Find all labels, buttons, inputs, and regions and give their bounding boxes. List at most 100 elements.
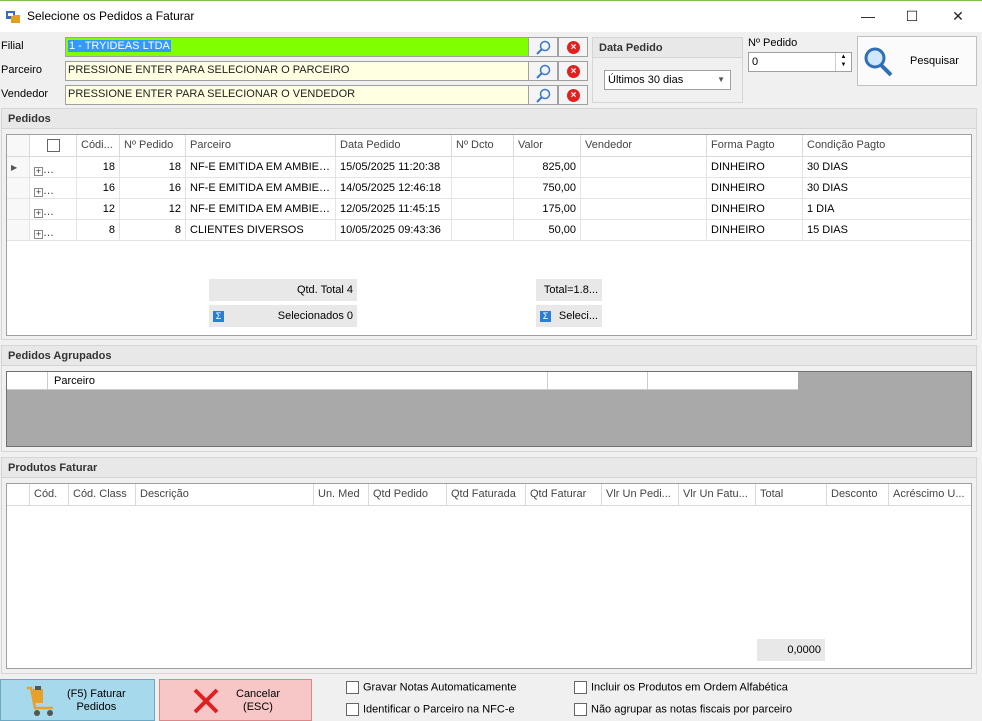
expand-icon[interactable]: + <box>34 209 43 218</box>
col-num-pedido[interactable]: Nº Pedido <box>120 135 186 156</box>
cell-condicao-pagto: 30 DIAS <box>807 161 848 173</box>
ordem-alfabetica-label: Incluir os Produtos em Ordem Alfabética <box>591 681 788 694</box>
checkbox[interactable] <box>346 703 359 716</box>
selecionados-summary: Σ Selecionados 0 <box>209 305 357 327</box>
col-desconto[interactable]: Desconto <box>827 484 889 505</box>
magnifier-icon <box>536 64 551 79</box>
cell-vendedor <box>581 178 707 198</box>
select-all-checkbox[interactable] <box>46 139 60 152</box>
vendedor-lookup-button[interactable] <box>528 85 558 105</box>
nao-agrupar-label: Não agrupar as notas fiscais por parceir… <box>591 703 793 716</box>
expand-icon[interactable]: + <box>34 188 43 197</box>
table-row[interactable]: +16 16 NF-E EMITIDA EM AMBIEN... 14/05/2025… <box>7 178 971 199</box>
checkbox[interactable] <box>346 681 359 694</box>
col-valor[interactable]: Valor <box>514 135 581 156</box>
qtd-total-label: Qtd. Total 4 <box>209 279 357 301</box>
col-un-med[interactable]: Un. Med <box>314 484 369 505</box>
row-checkbox[interactable] <box>66 224 76 237</box>
filial-clear-button[interactable]: × <box>558 37 588 57</box>
col-agrupados-2[interactable] <box>548 372 648 389</box>
faturar-button[interactable]: (F5) Faturar Pedidos <box>0 679 155 721</box>
filial-lookup-button[interactable] <box>528 37 558 57</box>
table-row[interactable]: +8 8 CLIENTES DIVERSOS 10/05/2025 09:43:36 5… <box>7 220 971 241</box>
row-checkbox[interactable] <box>66 203 76 216</box>
close-button[interactable]: ✕ <box>935 1 981 33</box>
maximize-button[interactable]: ☐ <box>889 1 935 33</box>
row-checkbox[interactable] <box>66 161 76 174</box>
row-indicator: ▶ <box>7 157 30 177</box>
cell-data-pedido: 10/05/2025 09:43:36 <box>336 220 452 240</box>
col-vlr-un-faturar[interactable]: Vlr Un Fatu... <box>679 484 756 505</box>
cancel-x-icon <box>193 688 219 714</box>
vendedor-clear-button[interactable]: × <box>558 85 588 105</box>
cell-codigo: 18 <box>77 157 120 177</box>
spin-down-icon[interactable]: ▼ <box>836 61 851 69</box>
parceiro-label: Parceiro <box>1 64 42 76</box>
data-pedido-value: Últimos 30 dias <box>608 74 684 86</box>
col-parceiro[interactable]: Parceiro <box>186 135 336 156</box>
col-qtd-faturada[interactable]: Qtd Faturada <box>447 484 526 505</box>
parceiro-field[interactable]: PRESSIONE ENTER PARA SELECIONAR O PARCEI… <box>65 61 529 81</box>
spin-up-icon[interactable]: ▲ <box>836 53 851 61</box>
expand-icon[interactable]: + <box>34 230 43 239</box>
produtos-header: Cód. Cód. Class Descrição Un. Med Qtd Pe… <box>7 484 971 506</box>
nao-agrupar-checkbox[interactable]: Não agrupar as notas fiscais por parceir… <box>574 703 792 716</box>
checkbox[interactable] <box>574 681 587 694</box>
col-vendedor[interactable]: Vendedor <box>581 135 707 156</box>
magnifier-icon <box>536 88 551 103</box>
cell-data-pedido: 12/05/2025 11:45:15 <box>336 199 452 219</box>
total-label: Total=1.8... <box>536 279 602 301</box>
col-num-dcto[interactable]: Nº Dcto <box>452 135 514 156</box>
filial-label: Filial <box>1 40 24 52</box>
num-pedido-spinner[interactable]: ▲ ▼ <box>835 53 851 71</box>
col-vlr-un-pedido[interactable]: Vlr Un Pedi... <box>602 484 679 505</box>
col-condicao-pagto[interactable]: Condição Pagto <box>803 135 949 156</box>
num-pedido-input[interactable]: 0 ▲ ▼ <box>748 52 852 72</box>
col-total[interactable]: Total <box>756 484 827 505</box>
cell-condicao-pagto: 30 DIAS <box>807 182 848 194</box>
minimize-button[interactable]: — <box>845 1 891 33</box>
col-codigo[interactable]: Códi... <box>77 135 120 156</box>
col-acrescimo[interactable]: Acréscimo U... <box>889 484 971 505</box>
col-agrupados-parceiro[interactable]: Parceiro <box>48 372 548 389</box>
table-row[interactable]: ▶ +18 18 NF-E EMITIDA EM AMBIEN... 15/05/202… <box>7 157 971 178</box>
seleci-summary: Σ Seleci... <box>536 305 602 327</box>
vendedor-field[interactable]: PRESSIONE ENTER PARA SELECIONAR O VENDED… <box>65 85 529 105</box>
close-circle-icon: × <box>567 89 580 102</box>
data-pedido-select[interactable]: Últimos 30 dias ▼ <box>604 70 731 90</box>
data-pedido-group: Data Pedido Últimos 30 dias ▼ <box>592 37 743 103</box>
cell-num-pedido: 16 <box>120 178 186 198</box>
col-agrupados-3[interactable] <box>648 372 798 389</box>
cell-vendedor <box>581 157 707 177</box>
col-descricao[interactable]: Descrição <box>136 484 314 505</box>
parceiro-clear-button[interactable]: × <box>558 61 588 81</box>
col-qtd-faturar[interactable]: Qtd Faturar <box>526 484 602 505</box>
ordem-alfabetica-checkbox[interactable]: Incluir os Produtos em Ordem Alfabética <box>574 681 788 694</box>
magnifier-icon <box>536 40 551 55</box>
cell-codigo: 8 <box>77 220 120 240</box>
cancelar-button[interactable]: Cancelar (ESC) <box>159 679 312 721</box>
cell-num-dcto <box>452 220 514 240</box>
checkbox[interactable] <box>574 703 587 716</box>
pedidos-rows: ▶ +18 18 NF-E EMITIDA EM AMBIEN... 15/05/202… <box>7 157 971 241</box>
parceiro-lookup-button[interactable] <box>528 61 558 81</box>
col-forma-pagto[interactable]: Forma Pagto <box>707 135 803 156</box>
search-label: Pesquisar <box>910 55 959 67</box>
search-button[interactable]: Pesquisar <box>857 36 977 86</box>
table-row[interactable]: +12 12 NF-E EMITIDA EM AMBIEN... 12/05/2025… <box>7 199 971 220</box>
row-checkbox[interactable] <box>66 182 76 195</box>
gravar-notas-checkbox[interactable]: Gravar Notas Automaticamente <box>346 681 516 694</box>
expand-icon[interactable]: + <box>34 167 43 176</box>
cell-valor: 825,00 <box>514 157 581 177</box>
filial-field[interactable]: 1 - TRYIDEAS LTDA <box>65 37 529 57</box>
produtos-corner <box>7 484 30 505</box>
identificar-parceiro-checkbox[interactable]: Identificar o Parceiro na NFC-e <box>346 703 515 716</box>
col-data-pedido[interactable]: Data Pedido <box>336 135 452 156</box>
row-expand-select: + <box>30 199 77 219</box>
col-cod-class[interactable]: Cód. Class <box>69 484 136 505</box>
cell-valor: 50,00 <box>514 220 581 240</box>
row-expand-select: + <box>30 220 77 240</box>
col-cod[interactable]: Cód. <box>30 484 69 505</box>
col-qtd-pedido[interactable]: Qtd Pedido <box>369 484 447 505</box>
col-selectall[interactable] <box>30 135 77 156</box>
